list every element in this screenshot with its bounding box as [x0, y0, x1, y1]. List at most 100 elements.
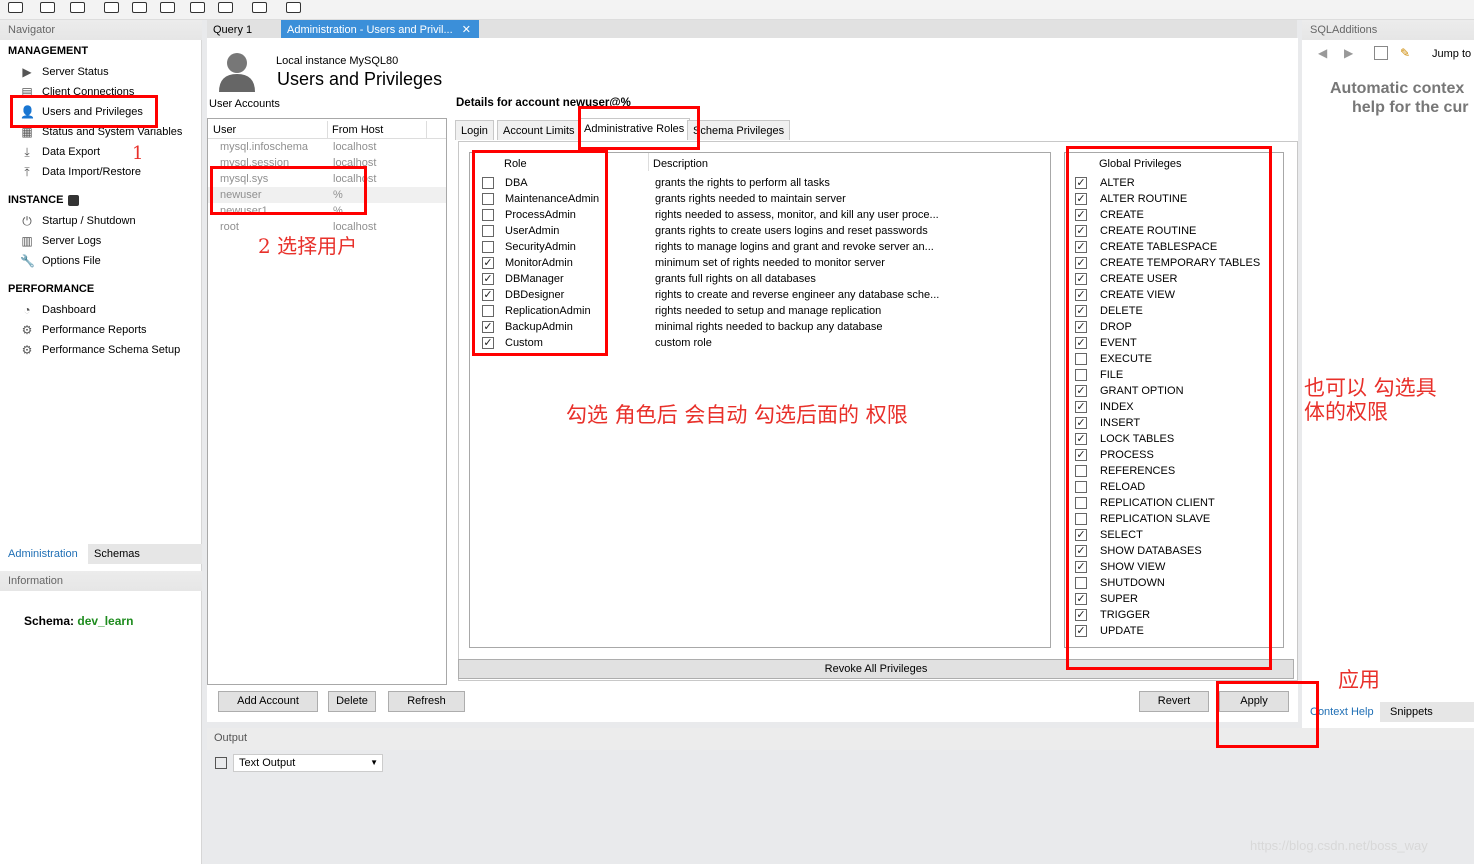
privilege-row[interactable]: ✓ DELETE [1065, 303, 1283, 319]
privilege-row[interactable]: RELOAD [1065, 479, 1283, 495]
nav-item-server-status[interactable]: ▶ Server Status [20, 63, 108, 81]
privilege-checkbox[interactable]: ✓ [1075, 545, 1087, 557]
nav-item-users-and-privileges[interactable]: 👤 Users and Privileges [20, 103, 143, 121]
back-arrow-icon[interactable]: ◀ [1318, 46, 1327, 60]
privilege-row[interactable]: SHUTDOWN [1065, 575, 1283, 591]
nav-item-performance-reports[interactable]: ⚙ Performance Reports [20, 321, 147, 339]
tab-account-limits[interactable]: Account Limits [497, 120, 581, 140]
privilege-checkbox[interactable]: ✓ [1075, 193, 1087, 205]
privilege-row[interactable]: ✓ CREATE TABLESPACE [1065, 239, 1283, 255]
role-row[interactable]: ✓ Custom custom role [470, 335, 1050, 351]
tab-context-help[interactable]: Context Help [1302, 702, 1380, 722]
privilege-checkbox[interactable] [1075, 497, 1087, 509]
table-row[interactable]: mysql.infoschema localhost [208, 139, 446, 155]
search-icon[interactable] [252, 2, 267, 13]
nav-item-data-import-restore[interactable]: ⤒ Data Import/Restore [20, 163, 141, 181]
view-icon[interactable] [160, 2, 175, 13]
role-row[interactable]: UserAdmin grants rights to create users l… [470, 223, 1050, 239]
privilege-checkbox[interactable] [1075, 481, 1087, 493]
nav-item-dashboard[interactable]: ◔ Dashboard [20, 301, 95, 319]
open-sql-icon[interactable] [40, 2, 55, 13]
jump-to-select[interactable]: Jump to [1432, 48, 1471, 60]
privilege-row[interactable]: ✓ TRIGGER [1065, 607, 1283, 623]
privilege-row[interactable]: ✓ ALTER ROUTINE [1065, 191, 1283, 207]
column-host[interactable]: From Host [332, 122, 383, 138]
reconnect-icon[interactable] [286, 2, 301, 13]
privilege-checkbox[interactable]: ✓ [1075, 273, 1087, 285]
tab-login[interactable]: Login [455, 120, 494, 140]
privilege-row[interactable]: ✓ EVENT [1065, 335, 1283, 351]
role-row[interactable]: ✓ MonitorAdmin minimum set of rights neede… [470, 255, 1050, 271]
table-row[interactable]: newuser% [208, 187, 446, 203]
tab-snippets[interactable]: Snippets [1390, 702, 1433, 722]
table-row[interactable]: mysql.session localhost [208, 155, 446, 171]
role-checkbox[interactable]: ✓ [482, 321, 494, 333]
privilege-row[interactable]: ✓ SUPER [1065, 591, 1283, 607]
refresh-button[interactable]: Refresh [388, 691, 465, 712]
nav-item-startup-shutdown[interactable]: ⏻ Startup / Shutdown [20, 212, 135, 230]
privilege-checkbox[interactable] [1075, 577, 1087, 589]
nav-item-status-and-system-variables[interactable]: ▦ Status and System Variables [20, 123, 182, 141]
procedure-icon[interactable] [190, 2, 205, 13]
auto-help-icon[interactable] [1374, 46, 1388, 60]
privilege-checkbox[interactable]: ✓ [1075, 225, 1087, 237]
privilege-checkbox[interactable] [1075, 513, 1087, 525]
privilege-checkbox[interactable]: ✓ [1075, 177, 1087, 189]
table-row[interactable]: mysql.sys localhost [208, 171, 446, 187]
privilege-row[interactable]: ✓ UPDATE [1065, 623, 1283, 639]
privilege-row[interactable]: ✓ PROCESS [1065, 447, 1283, 463]
nav-item-performance-schema-setup[interactable]: ⚙ Performance Schema Setup [20, 341, 181, 359]
apply-button[interactable]: Apply [1219, 691, 1289, 712]
privilege-row[interactable]: ✓ INDEX [1065, 399, 1283, 415]
privilege-row[interactable]: REPLICATION CLIENT [1065, 495, 1283, 511]
role-checkbox[interactable] [482, 241, 494, 253]
role-checkbox[interactable] [482, 305, 494, 317]
privilege-checkbox[interactable]: ✓ [1075, 385, 1087, 397]
privilege-row[interactable]: ✓ CREATE [1065, 207, 1283, 223]
output-copy-icon[interactable] [215, 757, 227, 769]
privilege-checkbox[interactable]: ✓ [1075, 401, 1087, 413]
role-checkbox[interactable]: ✓ [482, 337, 494, 349]
role-row[interactable]: ✓ DBManager grants full rights on all data… [470, 271, 1050, 287]
role-checkbox[interactable] [482, 225, 494, 237]
privilege-row[interactable]: ✓ DROP [1065, 319, 1283, 335]
privilege-checkbox[interactable]: ✓ [1075, 529, 1087, 541]
info-icon[interactable] [70, 2, 85, 13]
privilege-checkbox[interactable]: ✓ [1075, 417, 1087, 429]
close-tab-icon[interactable]: ✕ [462, 24, 471, 36]
privilege-checkbox[interactable]: ✓ [1075, 241, 1087, 253]
privilege-checkbox[interactable]: ✓ [1075, 561, 1087, 573]
privilege-row[interactable]: ✓ CREATE VIEW [1065, 287, 1283, 303]
privilege-row[interactable]: ✓ SHOW DATABASES [1065, 543, 1283, 559]
tab-schema-privileges[interactable]: Schema Privileges [687, 120, 791, 140]
privilege-checkbox[interactable]: ✓ [1075, 305, 1087, 317]
privilege-row[interactable]: EXECUTE [1065, 351, 1283, 367]
add-account-button[interactable]: Add Account [218, 691, 318, 712]
privilege-checkbox[interactable]: ✓ [1075, 593, 1087, 605]
table-row[interactable]: newuser1% [208, 203, 446, 219]
role-checkbox[interactable] [482, 193, 494, 205]
privilege-checkbox[interactable]: ✓ [1075, 609, 1087, 621]
privilege-row[interactable]: ✓ SELECT [1065, 527, 1283, 543]
column-user[interactable]: User [213, 122, 236, 138]
role-checkbox[interactable]: ✓ [482, 257, 494, 269]
privilege-checkbox[interactable]: ✓ [1075, 449, 1087, 461]
table-icon[interactable] [132, 2, 147, 13]
forward-arrow-icon[interactable]: ▶ [1344, 46, 1353, 60]
privilege-checkbox[interactable]: ✓ [1075, 625, 1087, 637]
privilege-checkbox[interactable]: ✓ [1075, 209, 1087, 221]
privilege-checkbox[interactable]: ✓ [1075, 289, 1087, 301]
privilege-row[interactable]: ✓ INSERT [1065, 415, 1283, 431]
privilege-row[interactable]: FILE [1065, 367, 1283, 383]
privilege-checkbox[interactable]: ✓ [1075, 337, 1087, 349]
privilege-row[interactable]: ✓ ALTER [1065, 175, 1283, 191]
role-row[interactable]: ✓ BackupAdmin minimal rights needed to bac… [470, 319, 1050, 335]
tab-administration[interactable]: Administration [0, 544, 88, 564]
role-row[interactable]: ProcessAdmin rights needed to assess, mon… [470, 207, 1050, 223]
role-checkbox[interactable] [482, 209, 494, 221]
role-row[interactable]: DBA grants the rights to perform all task… [470, 175, 1050, 191]
role-row[interactable]: ✓ DBDesigner rights to create and reverse … [470, 287, 1050, 303]
privilege-checkbox[interactable]: ✓ [1075, 433, 1087, 445]
nav-item-client-connections[interactable]: ▤ Client Connections [20, 83, 134, 101]
output-type-select[interactable]: Text Output ▼ [233, 754, 383, 772]
